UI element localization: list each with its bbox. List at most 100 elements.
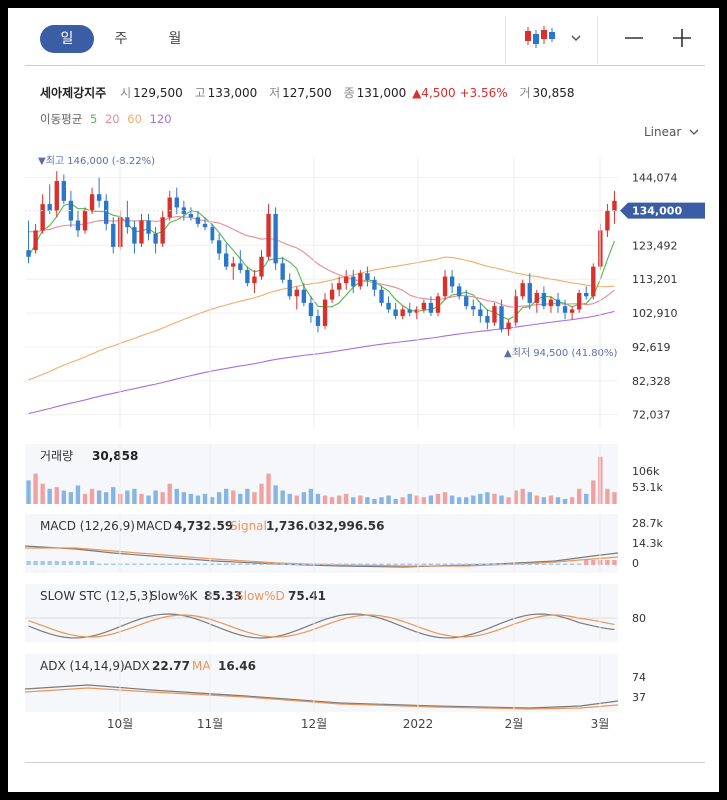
volume-bar bbox=[195, 495, 201, 504]
macd-histogram-bar bbox=[506, 563, 511, 565]
candle-body bbox=[82, 210, 88, 231]
candle-body bbox=[506, 322, 511, 330]
macd-histogram-bar bbox=[82, 561, 88, 565]
price-chart: 144,074 123,492 113,201 102,910 92,619 82,328… bbox=[24, 155, 705, 731]
volume-bar bbox=[231, 490, 236, 504]
candle-body bbox=[527, 283, 532, 303]
macd-histogram-bar bbox=[54, 561, 59, 565]
volume-bar bbox=[478, 493, 483, 504]
volume-bar bbox=[428, 495, 434, 504]
macd-histogram-bar bbox=[464, 563, 469, 565]
volume-bar bbox=[435, 493, 441, 504]
candle-body bbox=[301, 289, 307, 303]
volume-bar bbox=[181, 492, 187, 504]
macd-histogram-bar bbox=[202, 563, 208, 565]
volume-bar bbox=[167, 483, 172, 504]
candle-body bbox=[344, 276, 349, 284]
candle-body bbox=[273, 213, 278, 264]
candle-body bbox=[54, 181, 59, 211]
macd-histogram-bar bbox=[216, 563, 222, 565]
volume-bar bbox=[336, 495, 342, 504]
candle-body bbox=[358, 273, 363, 287]
volume-bar bbox=[386, 495, 391, 504]
slow-d-label: Slow%D bbox=[236, 589, 285, 603]
candle-body bbox=[153, 233, 158, 244]
volume-tick: 53.1k bbox=[632, 481, 663, 494]
current-price-label: 134,000 bbox=[632, 205, 682, 218]
candle-body bbox=[329, 289, 335, 300]
volume-bar bbox=[294, 495, 299, 504]
macd-histogram-bar bbox=[273, 563, 278, 565]
candle-body bbox=[75, 220, 81, 231]
macd-histogram-bar bbox=[499, 563, 504, 565]
price-axis-label: 82,328 bbox=[632, 375, 671, 388]
volume-bar bbox=[492, 493, 497, 504]
macd-histogram-bar bbox=[287, 563, 292, 565]
volume-bar bbox=[153, 490, 158, 504]
macd-histogram-bar bbox=[224, 563, 229, 565]
macd-histogram-bar bbox=[562, 563, 568, 565]
volume-bar bbox=[252, 492, 257, 504]
candle-body bbox=[541, 293, 547, 307]
volume-bar bbox=[160, 492, 165, 504]
macd-histogram-bar bbox=[548, 563, 554, 565]
candle-body bbox=[456, 286, 462, 297]
macd-histogram-bar bbox=[336, 563, 342, 565]
volume-bar bbox=[527, 492, 532, 504]
macd-histogram-bar bbox=[238, 563, 243, 565]
macd-histogram-bar bbox=[527, 563, 532, 565]
macd-histogram-bar bbox=[372, 563, 377, 565]
macd-histogram-bar bbox=[421, 563, 427, 565]
ma60-line bbox=[28, 256, 615, 381]
macd-histogram-bar bbox=[329, 563, 335, 565]
macd-histogram-bar bbox=[68, 561, 74, 565]
candle-body bbox=[393, 309, 398, 317]
macd-histogram-bar bbox=[195, 563, 201, 565]
candle-body bbox=[435, 296, 441, 313]
candle-body bbox=[591, 266, 596, 297]
macd-histogram-bar bbox=[365, 563, 370, 565]
price-axis-label: 144,074 bbox=[632, 172, 678, 185]
candle-body bbox=[195, 217, 201, 224]
candle-body bbox=[562, 306, 568, 313]
macd-histogram-bar bbox=[541, 563, 547, 565]
high-marker: ▼최고 146,000 (-8.22%) bbox=[38, 155, 155, 167]
candle-body bbox=[372, 279, 377, 290]
volume-bar bbox=[393, 498, 398, 504]
macd-histogram-bar bbox=[301, 563, 307, 565]
macd-title: MACD (12,26,9) bbox=[40, 519, 135, 533]
candle-body bbox=[125, 217, 130, 228]
candle-body bbox=[259, 256, 264, 277]
volume-bar bbox=[407, 493, 412, 504]
macd-histogram-bar bbox=[266, 563, 271, 565]
candle-body bbox=[407, 309, 412, 313]
macd-histogram-bar bbox=[351, 563, 356, 565]
candle-body bbox=[26, 250, 31, 257]
macd-histogram-bar bbox=[358, 563, 363, 565]
candle-body bbox=[47, 204, 52, 211]
volume-bar bbox=[61, 490, 67, 504]
macd-histogram-bar bbox=[111, 563, 116, 565]
adx-title: ADX (14,14,9) bbox=[40, 659, 125, 673]
volume-bar bbox=[605, 488, 610, 504]
volume-bar bbox=[520, 488, 525, 504]
candle-body bbox=[308, 302, 314, 317]
candle-body bbox=[231, 263, 236, 267]
candle-body bbox=[139, 220, 144, 244]
candle-body bbox=[294, 289, 299, 297]
macd-histogram-bar bbox=[605, 560, 610, 565]
x-axis-label: 2022 bbox=[403, 717, 434, 731]
volume-bar bbox=[209, 497, 215, 504]
volume-bar bbox=[499, 495, 504, 504]
candle-body bbox=[520, 283, 525, 297]
candle-body bbox=[209, 227, 215, 241]
macd-histogram-bar bbox=[75, 561, 81, 565]
macd-histogram-bar bbox=[442, 563, 448, 565]
macd-histogram-bar bbox=[569, 563, 575, 565]
volume-bar bbox=[344, 493, 349, 504]
volume-bar bbox=[379, 497, 384, 504]
macd-tick: 14.3k bbox=[632, 537, 663, 550]
adx-ma-value: 16.46 bbox=[218, 659, 256, 673]
x-axis-label: 10월 bbox=[107, 717, 133, 731]
volume-bar bbox=[329, 497, 335, 504]
